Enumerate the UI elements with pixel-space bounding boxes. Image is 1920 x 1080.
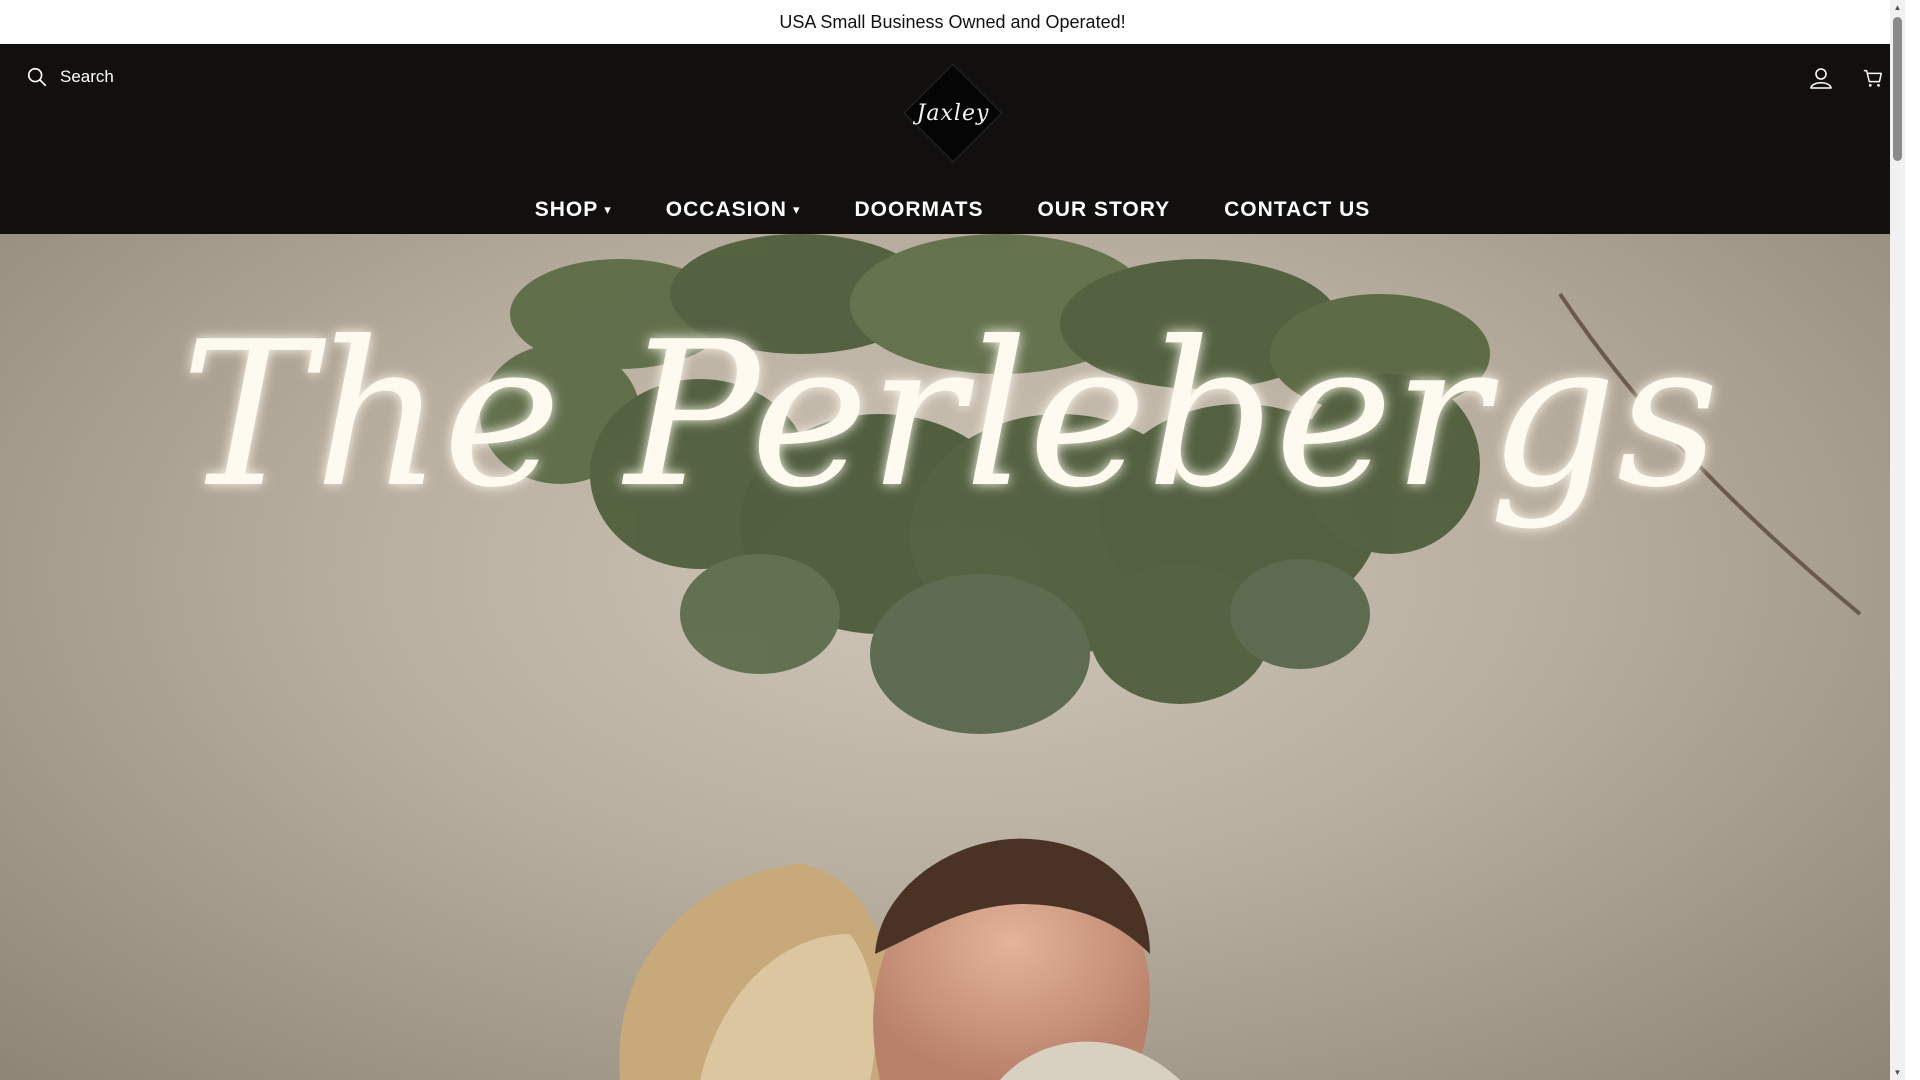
announcement-bar: USA Small Business Owned and Operated! — [0, 0, 1905, 44]
cart-button[interactable] — [1861, 66, 1885, 90]
nav-item-label: SHOP — [534, 198, 599, 221]
search-icon[interactable] — [26, 66, 48, 88]
account-button[interactable] — [1809, 66, 1833, 90]
nav-item-shop[interactable]: SHOP ▾ — [535, 194, 612, 226]
announcement-text: USA Small Business Owned and Operated! — [779, 11, 1126, 32]
nav-item-label: CONTACT US — [1224, 198, 1371, 221]
scroll-down-icon[interactable]: ▼ — [1890, 1065, 1905, 1080]
user-icon — [1810, 68, 1832, 89]
scrollbar[interactable]: ▲ ▼ — [1890, 0, 1905, 1080]
scrollbar-thumb[interactable] — [1893, 17, 1902, 161]
hero-image: The Perlebergs — [181, 234, 1862, 1080]
logo-text: Jaxley — [916, 100, 990, 126]
nav-item-label: OUR STORY — [1037, 198, 1171, 221]
nav-item-our-story[interactable]: OUR STORY — [1037, 194, 1170, 226]
main-nav: SHOP ▾ OCCASION ▾ DOORMATS OUR STORY CON… — [0, 194, 1905, 226]
neon-sign: The Perlebergs — [181, 299, 1720, 532]
chevron-down-icon: ▾ — [604, 202, 612, 217]
header-actions — [1809, 66, 1885, 90]
cart-icon — [1863, 69, 1882, 87]
scroll-up-icon[interactable]: ▲ — [1890, 0, 1905, 15]
site-logo[interactable]: Jaxley — [903, 63, 1003, 163]
nav-item-contact-us[interactable]: CONTACT US — [1224, 194, 1370, 226]
site-header: Jaxley SHOP ▾ — [0, 44, 1905, 234]
hero-banner[interactable]: The Perlebergs — [0, 234, 1905, 1080]
couple-photo — [619, 838, 1180, 1080]
nav-item-occasion[interactable]: OCCASION ▾ — [666, 194, 801, 226]
nav-item-label: DOORMATS — [854, 198, 984, 221]
page: USA Small Business Owned and Operated! J… — [0, 0, 1905, 1080]
nav-item-doormats[interactable]: DOORMATS — [855, 194, 984, 226]
search-input[interactable] — [60, 67, 260, 87]
search-box[interactable] — [26, 66, 260, 88]
nav-item-label: OCCASION — [665, 198, 787, 221]
neon-sign-text: The Perlebergs — [181, 299, 1720, 532]
chevron-down-icon: ▾ — [792, 202, 801, 217]
